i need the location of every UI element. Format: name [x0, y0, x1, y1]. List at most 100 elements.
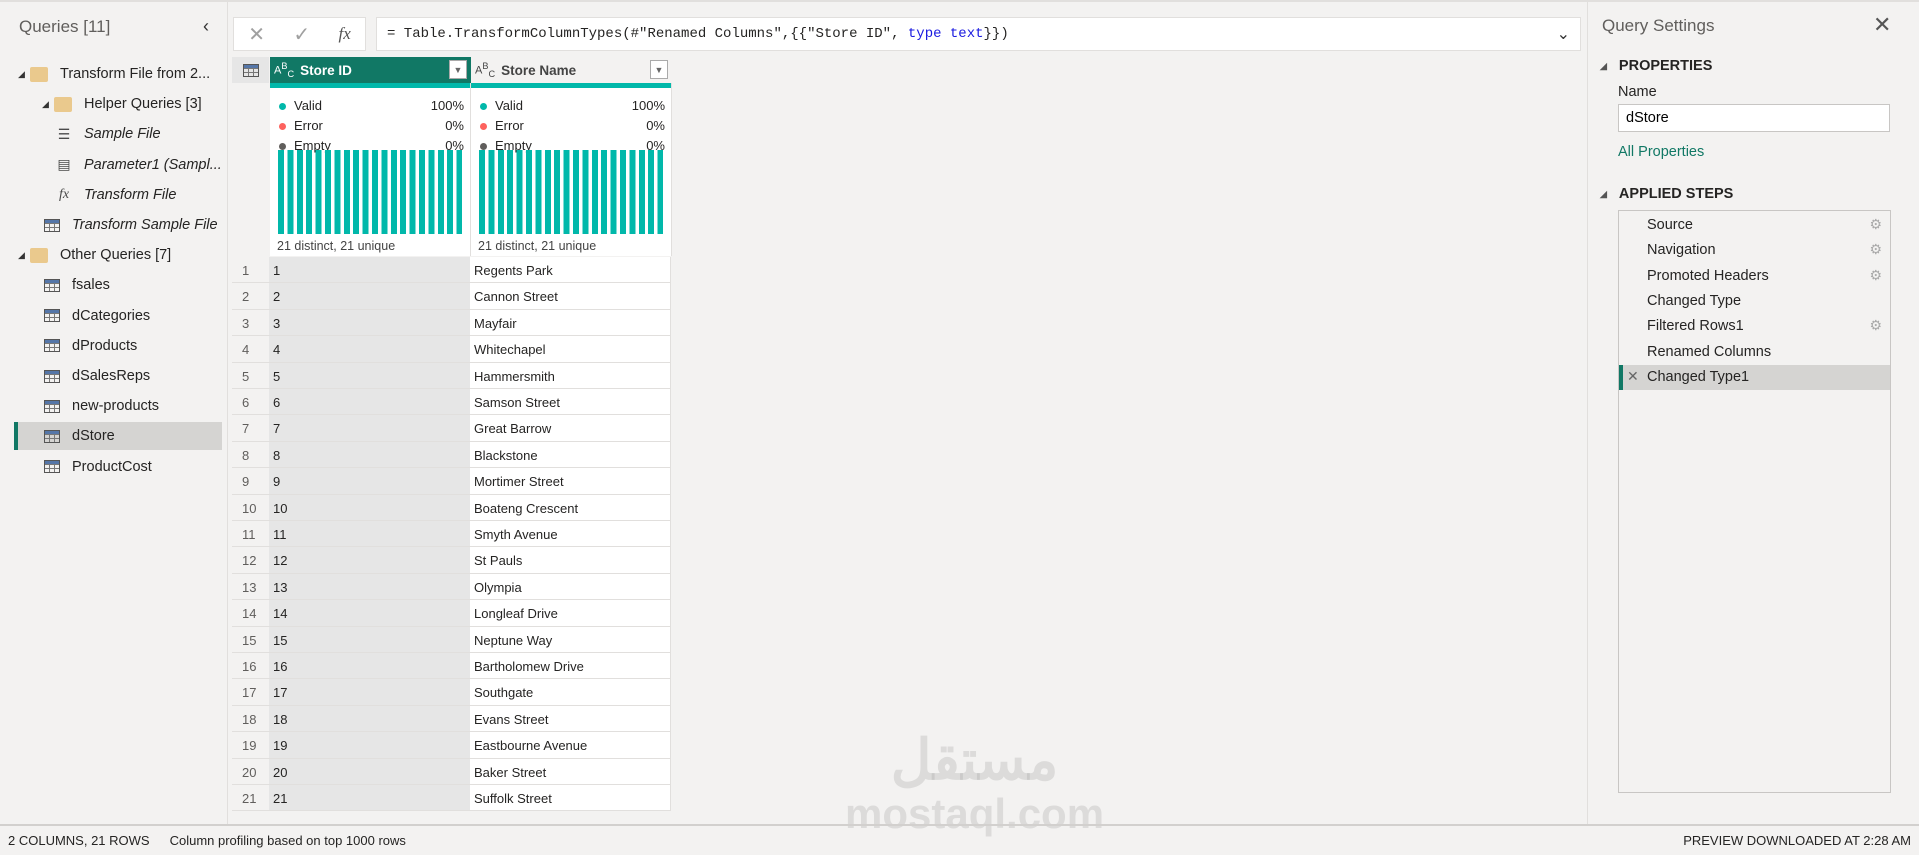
cell-store-name[interactable]: Hammersmith	[470, 362, 671, 388]
gear-icon[interactable]: ⚙	[1869, 216, 1882, 233]
table-row[interactable]: 10 10 Boateng Crescent	[232, 494, 671, 521]
query-item[interactable]: dSalesReps	[0, 362, 222, 390]
cell-store-name[interactable]: Cannon Street	[470, 283, 671, 309]
applied-steps-section[interactable]: ◢ APPLIED STEPS	[1600, 186, 1733, 202]
table-row[interactable]: 1 1 Regents Park	[232, 257, 671, 284]
table-row[interactable]: 2 2 Cannon Street	[232, 283, 671, 310]
cell-store-id[interactable]: 6	[269, 389, 470, 415]
cell-store-id[interactable]: 17	[269, 679, 470, 705]
query-name-input[interactable]	[1618, 104, 1890, 132]
cell-store-id[interactable]: 18	[269, 705, 470, 732]
query-item[interactable]: dCategories	[0, 302, 222, 330]
applied-step[interactable]: Navigation ⚙	[1619, 238, 1890, 263]
cell-store-name[interactable]: Suffolk Street	[470, 785, 671, 811]
table-row[interactable]: 15 15 Neptune Way	[232, 626, 671, 653]
gear-icon[interactable]: ⚙	[1869, 241, 1882, 258]
properties-section[interactable]: ◢ PROPERTIES	[1600, 58, 1712, 74]
filter-dropdown-icon[interactable]: ▼	[650, 60, 668, 79]
delete-step-icon[interactable]: ✕	[1627, 368, 1639, 385]
text-type-icon[interactable]: ABC	[475, 61, 495, 79]
cell-store-id[interactable]: 1	[269, 257, 470, 283]
cell-store-name[interactable]: Eastbourne Avenue	[470, 732, 671, 758]
distribution-chart[interactable]	[278, 150, 462, 234]
table-row[interactable]: 12 12 St Pauls	[232, 547, 671, 574]
cell-store-id[interactable]: 14	[269, 600, 470, 626]
query-item[interactable]: ProductCost	[0, 453, 222, 481]
cell-store-id[interactable]: 11	[269, 521, 470, 547]
cell-store-id[interactable]: 3	[269, 309, 470, 336]
cell-store-id[interactable]: 10	[269, 494, 470, 520]
cell-store-id[interactable]: 7	[269, 415, 470, 441]
gear-icon[interactable]: ⚙	[1869, 267, 1882, 284]
query-item[interactable]: dProducts	[0, 332, 222, 360]
table-row[interactable]: 13 13 Olympia	[232, 573, 671, 601]
table-row[interactable]: 8 8 Blackstone	[232, 441, 671, 469]
filter-dropdown-icon[interactable]: ▼	[449, 60, 467, 79]
gear-icon[interactable]: ⚙	[1869, 317, 1882, 334]
cell-store-id[interactable]: 2	[269, 283, 470, 309]
cell-store-name[interactable]: Boateng Crescent	[470, 494, 671, 520]
cell-store-name[interactable]: Regents Park	[470, 257, 671, 283]
cell-store-id[interactable]: 15	[269, 626, 470, 652]
table-row[interactable]: 11 11 Smyth Avenue	[232, 521, 671, 548]
table-row[interactable]: 14 14 Longleaf Drive	[232, 600, 671, 627]
table-row[interactable]: 20 20 Baker Street	[232, 758, 671, 785]
status-profiling[interactable]: Column profiling based on top 1000 rows	[170, 833, 406, 848]
cell-store-name[interactable]: Bartholomew Drive	[470, 653, 671, 679]
cell-store-name[interactable]: Samson Street	[470, 389, 671, 415]
query-item[interactable]: ◢ Transform File from 2...	[0, 60, 222, 88]
cell-store-name[interactable]: St Pauls	[470, 547, 671, 573]
commit-icon[interactable]: ✓	[293, 22, 310, 47]
table-row[interactable]: 6 6 Samson Street	[232, 389, 671, 416]
cell-store-name[interactable]: Longleaf Drive	[470, 600, 671, 626]
query-item[interactable]: new-products	[0, 392, 222, 420]
cell-store-name[interactable]: Neptune Way	[470, 626, 671, 652]
distribution-chart[interactable]	[479, 150, 663, 234]
table-row[interactable]: 7 7 Great Barrow	[232, 415, 671, 442]
fx-icon[interactable]: fx	[339, 24, 351, 44]
cell-store-id[interactable]: 20	[269, 758, 470, 784]
cancel-icon[interactable]: ✕	[248, 22, 265, 47]
cell-store-id[interactable]: 19	[269, 732, 470, 758]
text-type-icon[interactable]: ABC	[274, 61, 294, 79]
cell-store-id[interactable]: 5	[269, 362, 470, 388]
query-item[interactable]: fsales	[0, 271, 222, 299]
expand-formula-icon[interactable]: ⌄	[1557, 24, 1570, 44]
column-header[interactable]: ABC Store ID ▼	[270, 57, 471, 83]
applied-step[interactable]: ✕ Changed Type1	[1619, 364, 1890, 390]
expanded-triangle-icon[interactable]: ◢	[42, 99, 54, 110]
cell-store-id[interactable]: 21	[269, 785, 470, 811]
applied-step[interactable]: Promoted Headers ⚙	[1619, 264, 1890, 289]
applied-step[interactable]: Source ⚙	[1619, 213, 1890, 238]
cell-store-name[interactable]: Mayfair	[470, 309, 671, 336]
cell-store-name[interactable]: Southgate	[470, 679, 671, 705]
cell-store-id[interactable]: 13	[269, 573, 470, 600]
table-row[interactable]: 5 5 Hammersmith	[232, 362, 671, 389]
query-item[interactable]: ◢ Other Queries [7]	[0, 241, 222, 269]
expanded-triangle-icon[interactable]: ◢	[18, 250, 30, 261]
table-row[interactable]: 16 16 Bartholomew Drive	[232, 653, 671, 680]
query-item[interactable]: ◢ Helper Queries [3]	[0, 90, 222, 118]
expanded-triangle-icon[interactable]: ◢	[18, 69, 30, 80]
cell-store-id[interactable]: 16	[269, 653, 470, 679]
query-item[interactable]: fx Transform File	[0, 181, 222, 209]
cell-store-id[interactable]: 8	[269, 441, 470, 468]
close-icon[interactable]: ✕	[1873, 12, 1891, 38]
table-row[interactable]: 19 19 Eastbourne Avenue	[232, 732, 671, 759]
query-item[interactable]: ☰ Sample File	[0, 120, 222, 148]
cell-store-id[interactable]: 12	[269, 547, 470, 573]
cell-store-name[interactable]: Evans Street	[470, 705, 671, 732]
formula-input[interactable]: = Table.TransformColumnTypes(#"Renamed C…	[376, 17, 1581, 51]
all-properties-link[interactable]: All Properties	[1618, 144, 1704, 160]
collapse-pane-icon[interactable]: ‹	[203, 16, 209, 37]
cell-store-name[interactable]: Olympia	[470, 573, 671, 600]
cell-store-name[interactable]: Great Barrow	[470, 415, 671, 441]
table-menu-icon[interactable]	[232, 57, 269, 83]
applied-step[interactable]: Renamed Columns	[1619, 340, 1890, 365]
query-item[interactable]: dStore	[14, 422, 222, 451]
table-row[interactable]: 3 3 Mayfair	[232, 309, 671, 337]
table-row[interactable]: 18 18 Evans Street	[232, 705, 671, 733]
cell-store-name[interactable]: Mortimer Street	[470, 468, 671, 494]
query-item[interactable]: ▤ Parameter1 (Sampl...	[0, 151, 222, 179]
applied-step[interactable]: Filtered Rows1 ⚙	[1619, 314, 1890, 339]
